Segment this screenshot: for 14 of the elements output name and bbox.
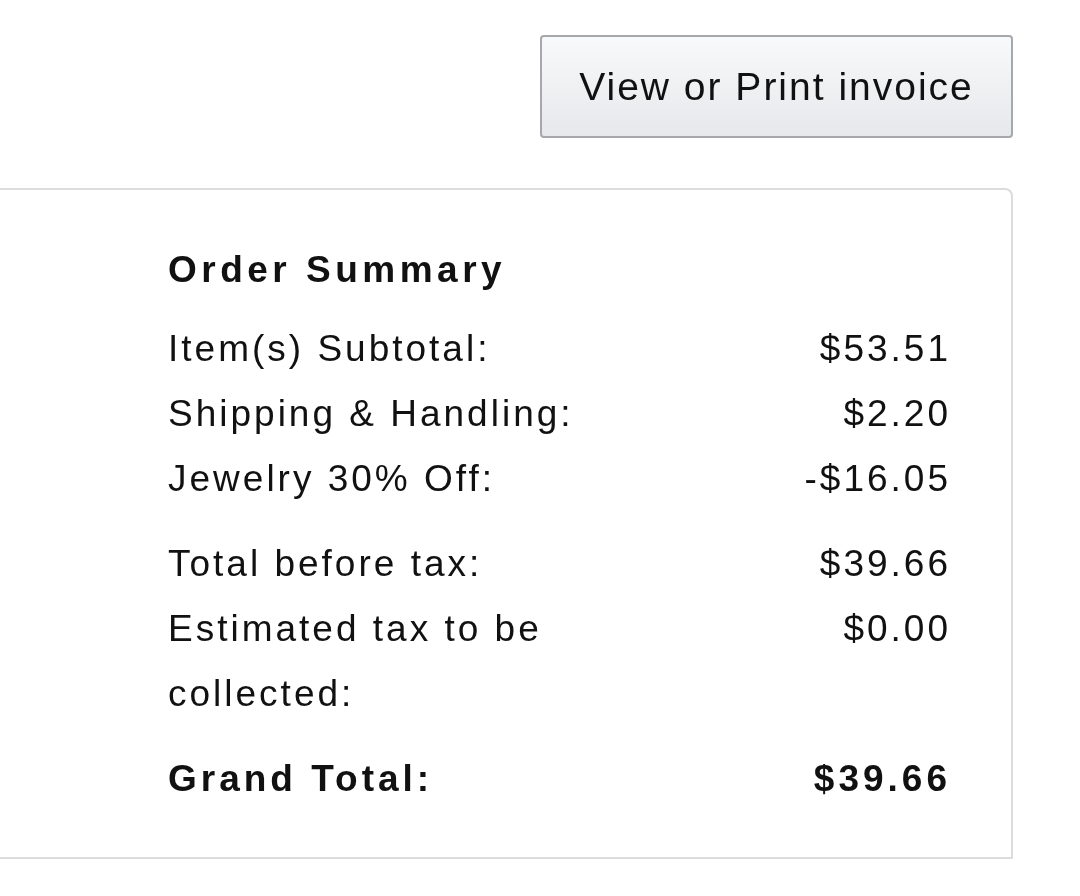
summary-label: Jewelry 30% Off:: [168, 457, 496, 501]
summary-label: Total before tax:: [168, 542, 484, 586]
summary-label: Estimated tax to be collected:: [168, 607, 543, 716]
summary-amount: $2.20: [843, 392, 951, 436]
summary-amount: $53.51: [819, 327, 951, 371]
summary-amount: $0.00: [843, 607, 951, 651]
summary-title: Order Summary: [168, 248, 508, 292]
summary-label: Shipping & Handling:: [168, 392, 575, 436]
summary-amount: -$16.05: [804, 457, 951, 501]
summary-label: Item(s) Subtotal:: [168, 327, 492, 371]
summary-label: Grand Total:: [168, 757, 435, 801]
summary-amount: $39.66: [819, 542, 951, 586]
summary-amount: $39.66: [813, 757, 951, 801]
invoice-button[interactable]: View or Print invoice: [540, 35, 1013, 138]
